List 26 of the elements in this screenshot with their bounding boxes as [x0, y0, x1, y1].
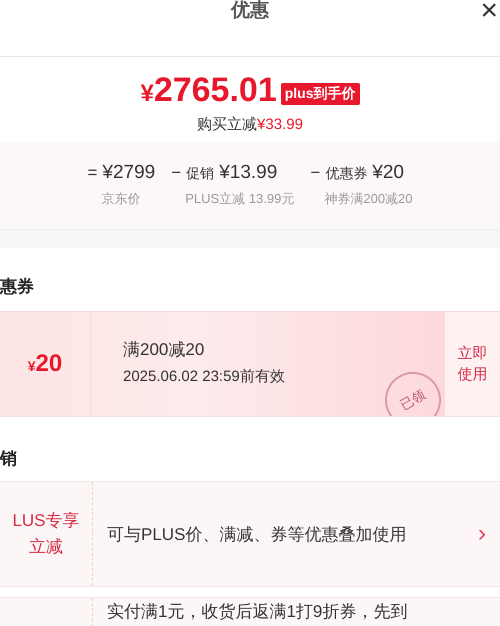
breakdown-value: ¥20	[372, 162, 404, 184]
breakdown-note: 神券满200减20	[323, 190, 413, 208]
breakdown-note: 京东价	[100, 190, 142, 208]
breakdown-label: 优惠券	[325, 165, 368, 183]
close-button[interactable]: ×	[476, 0, 500, 26]
coupon-validity: 2025.06.02 23:59前有效	[123, 367, 286, 386]
breakdown-value: ¥13.99	[219, 162, 278, 184]
price-badge: plus到手价	[280, 83, 360, 105]
operator-sign: −	[171, 163, 182, 183]
breakdown-note: PLUS立减 13.99元	[184, 190, 294, 208]
promo-card[interactable]: LUS专享立减 可与PLUS价、满减、券等优惠叠加使用 ›	[0, 481, 500, 587]
coupon-amount: ¥20	[28, 350, 62, 378]
breakdown-value: ¥2799	[102, 162, 156, 184]
promo-text: 可与PLUS价、满减、券等优惠叠加使用	[106, 524, 408, 546]
breakdown-label: 促销	[186, 165, 214, 183]
final-price: ¥2765.01	[140, 71, 277, 111]
use-now-button[interactable]: 立即使用	[445, 312, 500, 416]
saving-text: 购买立减¥33.99	[197, 115, 303, 134]
coupon-rule: 满200减20	[123, 339, 206, 361]
promo-card[interactable]: 实付满1元，收货后返满1打9折券，先到	[0, 597, 500, 626]
operator-sign: −	[310, 163, 320, 183]
sheet-title: 优惠	[231, 0, 269, 23]
chevron-icon: ›	[478, 520, 500, 548]
operator-sign: =	[87, 163, 98, 183]
promo-tag: LUS专享立减	[10, 508, 82, 560]
promo-text: 实付满1元，收货后返满1打9折券，先到	[106, 601, 408, 622]
